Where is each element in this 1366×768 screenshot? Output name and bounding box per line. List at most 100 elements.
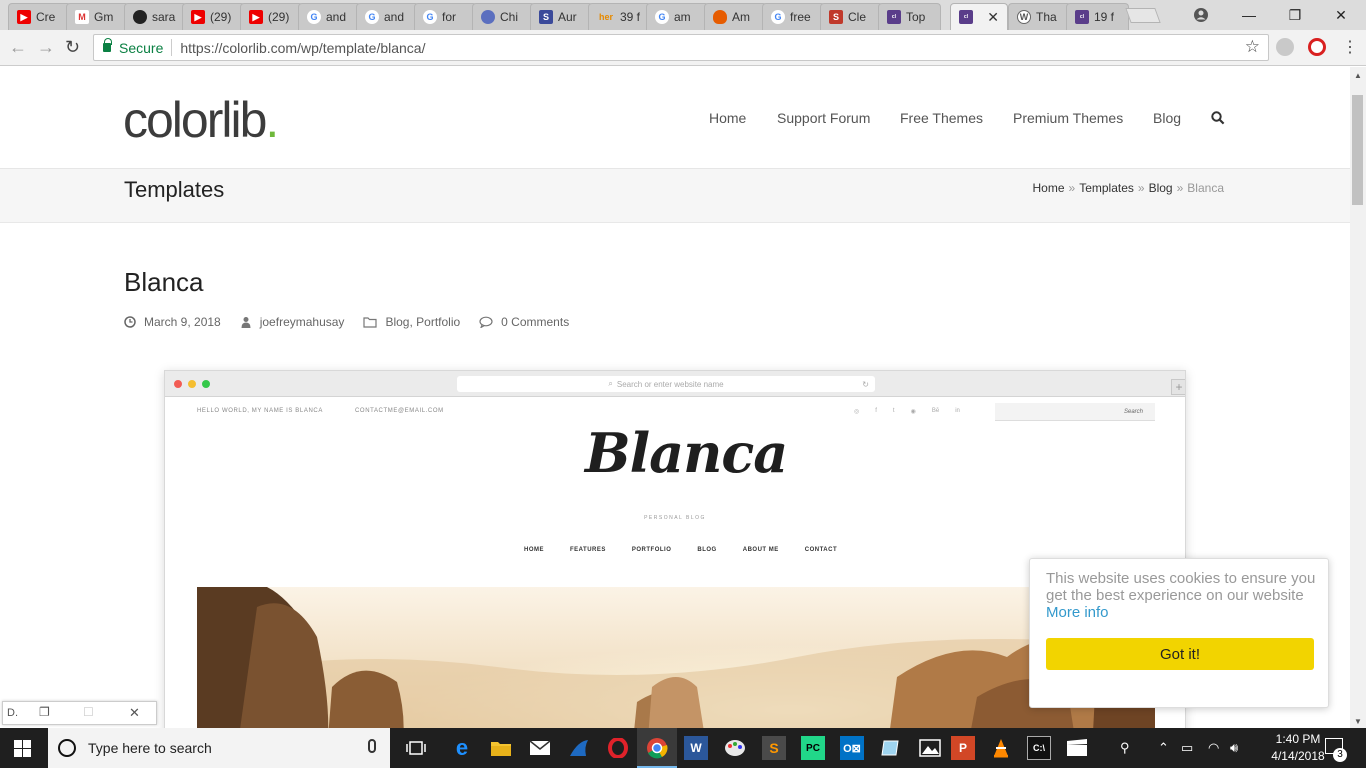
back-arrow-icon[interactable]: ← — [9, 37, 27, 58]
post-author-text[interactable]: joefreymahusay — [260, 315, 345, 329]
browser-tab[interactable]: S Cle — [820, 3, 883, 30]
browser-tab[interactable]: ▶ Cre — [8, 3, 71, 30]
mock-nav-item: FEATURES — [570, 547, 606, 553]
colorlib-logo[interactable]: colorlib. — [123, 91, 279, 149]
browser-tab[interactable]: sara — [124, 3, 187, 30]
cookie-accept-button[interactable]: Got it! — [1046, 638, 1314, 670]
people-icon[interactable]: ⚲ — [1120, 740, 1130, 756]
reload-icon[interactable]: ↻ — [65, 37, 80, 58]
browser-tab[interactable]: cl Top — [878, 3, 941, 30]
browser-tab[interactable]: G and — [298, 3, 361, 30]
cortana-icon — [58, 739, 76, 757]
forward-arrow-icon[interactable]: → — [37, 37, 55, 58]
browser-tab[interactable]: her 39 f — [588, 3, 651, 30]
nav-blog[interactable]: Blog — [1153, 110, 1181, 126]
edge-icon[interactable]: e — [450, 735, 474, 760]
nav-home[interactable]: Home — [709, 110, 746, 126]
restore-icon[interactable]: ❐ — [39, 705, 50, 719]
profile-icon[interactable] — [1178, 0, 1224, 30]
wifi-icon[interactable]: ◠ — [1208, 740, 1219, 756]
category-blog[interactable]: Blog — [385, 315, 409, 329]
pycharm-icon[interactable]: PC — [801, 736, 825, 760]
notification-count-badge: 3 — [1333, 748, 1347, 762]
nav-premium-themes[interactable]: Premium Themes — [1013, 110, 1123, 126]
address-bar[interactable]: Secure https://colorlib.com/wp/template/… — [93, 34, 1269, 61]
page-scrollbar[interactable]: ▲ ▼ — [1350, 67, 1366, 728]
youtube-icon: ▶ — [191, 10, 205, 24]
browser-tab[interactable]: M Gm — [66, 3, 129, 30]
movie-maker-icon[interactable] — [1065, 736, 1089, 760]
breadcrumb-blog[interactable]: Blog — [1149, 181, 1173, 195]
cookie-message-text: This website uses cookies to ensure you … — [1046, 570, 1316, 604]
category-portfolio[interactable]: Portfolio — [416, 315, 460, 329]
search-icon[interactable] — [1211, 111, 1225, 125]
browser-tab[interactable]: W Tha — [1008, 3, 1071, 30]
maximize-icon[interactable]: ☐ — [83, 705, 94, 719]
comments-count[interactable]: 0 Comments — [501, 315, 569, 329]
paint-icon[interactable] — [723, 736, 747, 760]
browser-tab[interactable]: ▶ (29) — [182, 3, 245, 30]
close-window-button[interactable]: ✕ — [1318, 0, 1364, 30]
scroll-down-arrow-icon[interactable]: ▼ — [1354, 717, 1362, 726]
microphone-icon[interactable] — [368, 739, 376, 753]
extension-icon[interactable] — [1276, 38, 1294, 56]
clock-time: 1:40 PM — [1275, 732, 1321, 746]
windows-start-icon[interactable] — [14, 740, 31, 757]
powerpoint-icon[interactable]: P — [951, 736, 975, 760]
chrome-icon[interactable] — [645, 736, 669, 760]
breadcrumb-templates[interactable]: Templates — [1079, 181, 1134, 195]
command-prompt-icon[interactable]: C:\ — [1027, 736, 1051, 760]
taskbar-search[interactable]: Type here to search — [48, 728, 390, 768]
browser-tab[interactable]: cl 19 f — [1066, 3, 1129, 30]
bookmark-star-icon[interactable]: ☆ — [1245, 37, 1260, 57]
close-tab-icon[interactable]: ✕ — [987, 9, 999, 26]
breadcrumb-separator: » — [1176, 181, 1184, 195]
notepad-icon[interactable] — [879, 736, 903, 760]
new-tab-button[interactable] — [1125, 8, 1161, 23]
outlook-icon[interactable]: O⊠ — [840, 736, 864, 760]
google-icon: G — [365, 10, 379, 24]
nav-free-themes[interactable]: Free Themes — [900, 110, 983, 126]
logo-dot: . — [265, 92, 279, 148]
mail-icon[interactable] — [528, 736, 552, 760]
word-icon[interactable]: W — [684, 736, 708, 760]
volume-icon[interactable]: 🔊︎ — [1230, 740, 1238, 756]
opera-extension-icon[interactable] — [1308, 38, 1326, 56]
browser-tab[interactable]: ▶ (29) — [240, 3, 303, 30]
browser-tab[interactable]: S Aur — [530, 3, 593, 30]
colorlib-icon: cl — [1075, 10, 1089, 24]
cookie-more-info-link[interactable]: More info — [1046, 604, 1109, 621]
battery-icon[interactable]: ▭ — [1181, 740, 1193, 756]
browser-tab[interactable]: G and — [356, 3, 419, 30]
youtube-icon: ▶ — [249, 10, 263, 24]
scroll-up-arrow-icon[interactable]: ▲ — [1354, 71, 1362, 80]
nav-support-forum[interactable]: Support Forum — [777, 110, 870, 126]
opera-icon[interactable] — [606, 736, 630, 760]
menu-kebab-icon[interactable]: ⋮ — [1342, 37, 1358, 57]
mock-instagram-icon: ◎ — [854, 409, 860, 415]
s-icon: S — [539, 10, 553, 24]
browser-tab[interactable]: G free — [762, 3, 825, 30]
browser-tab[interactable]: Chi — [472, 3, 535, 30]
app-shark-icon[interactable] — [567, 736, 591, 760]
close-icon[interactable]: ✕ — [129, 705, 140, 721]
page-title: Templates — [124, 177, 225, 202]
maximize-button[interactable]: ❐ — [1272, 0, 1318, 30]
taskbar-clock[interactable]: 1:40 PM 4/14/2018 — [1268, 731, 1328, 765]
file-explorer-icon[interactable] — [489, 736, 513, 760]
task-view-icon[interactable] — [404, 736, 428, 760]
vlc-icon[interactable] — [989, 736, 1013, 760]
browser-tab[interactable]: Am — [704, 3, 767, 30]
minimized-window[interactable]: D. ❐ ☐ ✕ — [2, 701, 157, 725]
browser-tab-active[interactable]: cl ✕ — [950, 3, 1008, 30]
browser-tab[interactable]: G for — [414, 3, 477, 30]
breadcrumb-home[interactable]: Home — [1032, 181, 1064, 195]
post-comments[interactable]: 0 Comments — [479, 315, 569, 329]
photos-icon[interactable] — [918, 736, 942, 760]
show-hidden-icons-arrow-icon[interactable]: ⌃ — [1158, 740, 1169, 756]
post-author[interactable]: joefreymahusay — [240, 315, 345, 329]
scrollbar-thumb[interactable] — [1352, 95, 1363, 205]
minimize-button[interactable]: — — [1226, 0, 1272, 30]
sublime-text-icon[interactable]: S — [762, 736, 786, 760]
browser-tab[interactable]: G am — [646, 3, 709, 30]
